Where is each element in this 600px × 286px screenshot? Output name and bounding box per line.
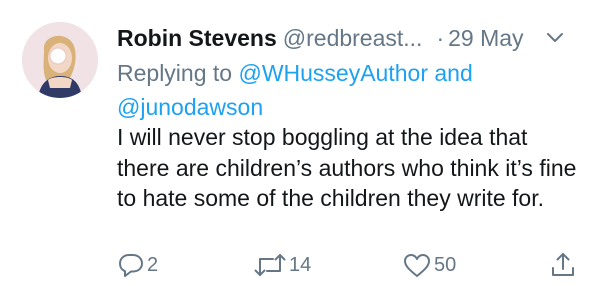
replying-prefix: Replying to [117,60,233,86]
tweet-actions: 2 14 50 [117,250,587,280]
author-handle[interactable]: @redbreast... [283,25,423,51]
mention-link[interactable]: @WHusseyAuthor [238,60,428,86]
separator-dot: · [436,25,445,51]
retweet-button[interactable]: 14 [253,250,311,280]
retweet-icon [254,254,286,276]
share-icon [552,253,574,276]
reply-icon [119,254,143,277]
mention-and[interactable]: and [434,60,472,86]
tweet-date[interactable]: 29 May [448,25,523,51]
author-name[interactable]: Robin Stevens [117,25,277,51]
reply-count: 2 [147,253,159,276]
mention-link[interactable]: @junodawson [117,94,263,120]
tweet[interactable]: Robin Stevens @redbreast... · 29 May Replyi… [0,0,600,286]
avatar[interactable] [22,22,98,98]
share-button[interactable] [549,250,577,280]
like-button[interactable]: 50 [402,250,456,280]
avatar-image [22,22,98,98]
replying-to: Replying to @WHusseyAuthor and @junodaws… [117,56,577,124]
heart-icon [404,254,430,277]
tweet-text: I will never stop boggling at the idea t… [117,124,577,211]
tweet-header: Robin Stevens @redbreast... · 29 May [117,21,570,55]
like-count: 50 [434,253,457,276]
reply-button[interactable]: 2 [117,250,158,280]
chevron-down-icon[interactable] [546,31,564,45]
retweet-count: 14 [289,253,312,276]
